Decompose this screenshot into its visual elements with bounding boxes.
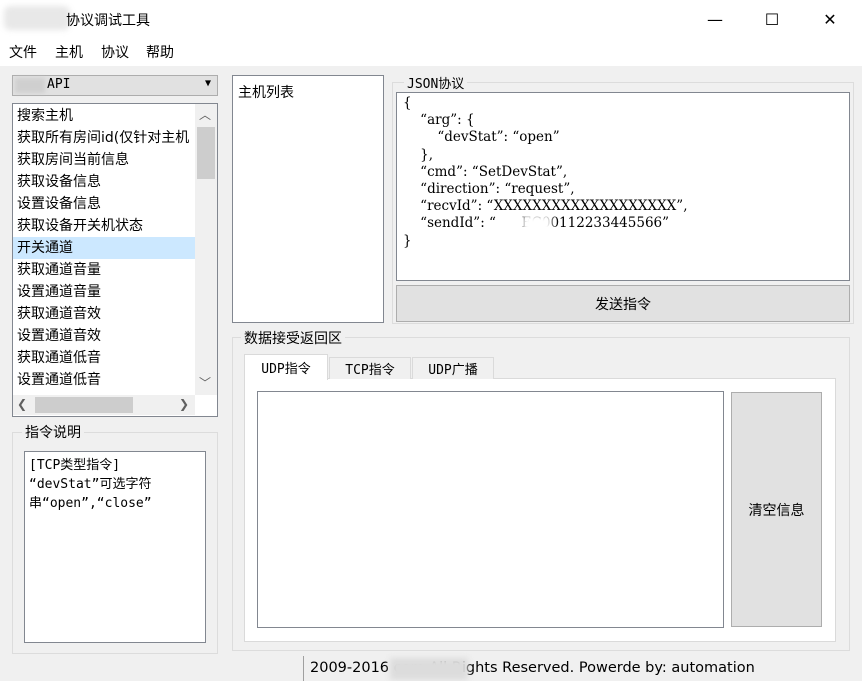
menu-host[interactable]: 主机 <box>55 42 83 62</box>
instruction-line: [TCP类型指令] <box>29 458 121 473</box>
list-item[interactable]: 设置通道音量 <box>13 281 196 303</box>
scroll-left-icon[interactable]: ❮ <box>17 397 27 411</box>
status-text: 2009-2016 com All Rights Reserved. Power… <box>310 660 755 676</box>
json-line: “direction”: “request”, <box>403 181 575 198</box>
instruction-text: [TCP类型指令] “devStat”可选字符 串“open”,“close” <box>24 451 206 643</box>
menu-bar <box>0 38 862 66</box>
list-item[interactable]: 设置设备信息 <box>13 193 196 215</box>
list-item[interactable]: 获取设备开关机状态 <box>13 215 196 237</box>
menu-help[interactable]: 帮助 <box>146 42 174 62</box>
host-list[interactable]: 主机列表 <box>232 75 384 323</box>
json-line: “recvId”: “XXXXXXXXXXXXXXXXXXX”, <box>403 198 688 215</box>
list-item[interactable]: 获取所有房间id(仅针对主机 <box>13 127 196 149</box>
receive-area-label: 数据接受返回区 <box>241 328 345 348</box>
tab-udp-command[interactable]: UDP指令 <box>244 354 328 380</box>
receive-text-area[interactable] <box>257 391 724 628</box>
status-separator <box>303 656 304 681</box>
close-button[interactable]: ✕ <box>801 0 859 38</box>
json-line: “arg”: { <box>403 112 475 129</box>
json-protocol-label: JSON协议 <box>404 73 468 92</box>
scroll-down-icon[interactable]: ﹀ <box>199 374 211 391</box>
list-item[interactable]: 设置通道低音 <box>13 369 196 391</box>
menu-file[interactable]: 文件 <box>9 42 37 62</box>
scroll-right-icon[interactable]: ❯ <box>179 397 189 411</box>
redacted-domain <box>390 658 468 680</box>
json-line: “devStat”: “open” <box>403 129 560 146</box>
instruction-line: “devStat”可选字符 <box>29 477 152 492</box>
send-command-button[interactable]: 发送指令 <box>396 285 850 322</box>
clear-info-button[interactable]: 清空信息 <box>731 392 822 627</box>
instruction-label: 指令说明 <box>22 422 84 442</box>
scroll-up-icon[interactable]: ︿ <box>199 106 211 123</box>
menu-protocol[interactable]: 协议 <box>101 42 129 62</box>
list-horizontal-scroll-thumb[interactable] <box>35 397 133 413</box>
app-icon <box>4 6 70 30</box>
json-editor[interactable]: { “arg”: { “devStat”: “open” }, “cmd”: “… <box>396 92 850 281</box>
list-item[interactable]: 设置通道音效 <box>13 325 196 347</box>
tab-udp-broadcast[interactable]: UDP广播 <box>412 357 494 379</box>
api-select-value: API <box>47 77 71 92</box>
window-title: 协议调试工具 <box>66 13 150 29</box>
list-vertical-scroll-thumb[interactable] <box>197 127 215 179</box>
list-item[interactable]: 获取房间当前信息 <box>13 149 196 171</box>
maximize-button[interactable]: ☐ <box>743 0 801 38</box>
list-item[interactable]: 获取通道音效 <box>13 303 196 325</box>
command-list[interactable]: 搜索主机 获取所有房间id(仅针对主机 获取房间当前信息 获取设备信息 设置设备信息 获取… <box>12 103 218 417</box>
instruction-line: 串“open”,“close” <box>29 496 152 511</box>
list-item[interactable]: 开关通道 <box>13 237 196 259</box>
list-item[interactable]: 获取通道音量 <box>13 259 196 281</box>
json-line: “cmd”: “SetDevStat”, <box>403 163 568 180</box>
redacted-id <box>522 215 552 237</box>
json-line: { <box>403 95 412 111</box>
list-item[interactable]: 获取通道低音 <box>13 347 196 369</box>
api-select[interactable]: API ▼ <box>12 75 218 96</box>
json-line: } <box>403 232 412 249</box>
chevron-down-icon: ▼ <box>204 78 211 89</box>
json-line: }, <box>403 146 434 163</box>
list-item[interactable]: 搜索主机 <box>13 105 196 127</box>
tab-tcp-command[interactable]: TCP指令 <box>329 357 411 379</box>
host-list-label: 主机列表 <box>238 85 294 101</box>
minimize-button[interactable]: — <box>686 0 744 38</box>
list-item[interactable]: 获取设备信息 <box>13 171 196 193</box>
json-line: “sendId”: “ EC00112233445566” <box>420 215 670 232</box>
